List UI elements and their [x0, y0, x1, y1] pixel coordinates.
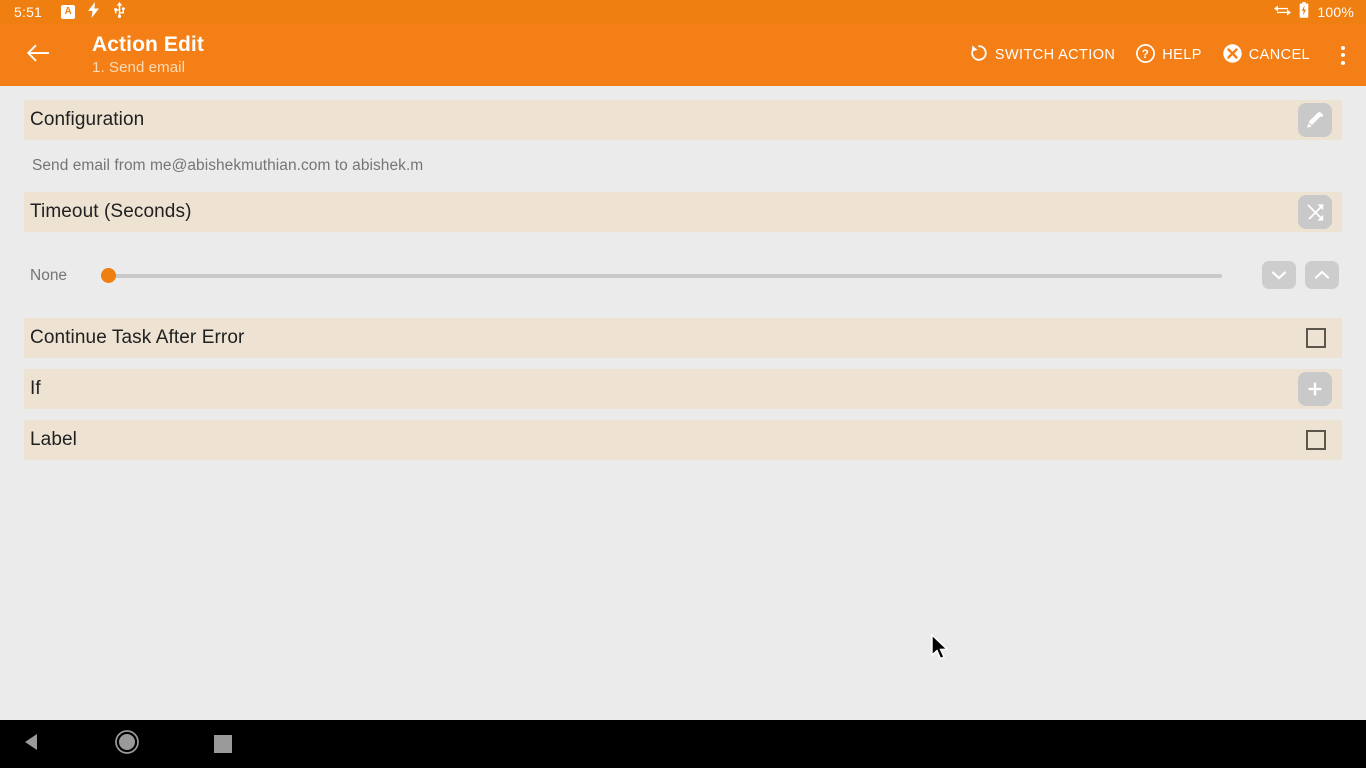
- section-continue-task-after-error[interactable]: Continue Task After Error: [24, 318, 1342, 358]
- section-configuration-controls: [1298, 103, 1342, 137]
- status-bar: 5:51 A 100%: [0, 0, 1366, 24]
- help-label: HELP: [1162, 47, 1202, 63]
- data-transfer-icon: [1274, 3, 1292, 21]
- cancel-circle-x-icon: [1222, 43, 1243, 68]
- nav-back-triangle-icon[interactable]: [22, 732, 42, 757]
- usb-icon: [113, 1, 126, 23]
- configuration-description: Send email from me@abishekmuthian.com to…: [32, 157, 424, 174]
- battery-percent-label: 100%: [1317, 4, 1354, 20]
- chevron-up-icon[interactable]: [1305, 261, 1339, 289]
- help-button[interactable]: ? HELP: [1125, 24, 1211, 86]
- cancel-label: CANCEL: [1248, 47, 1310, 63]
- section-continue-task-label: Continue Task After Error: [30, 327, 245, 348]
- app-badge-a-icon: A: [61, 5, 76, 19]
- rotate-ccw-icon: [969, 43, 989, 67]
- section-label-controls: [1306, 430, 1342, 450]
- section-if-controls: [1298, 372, 1342, 406]
- android-nav-bar: [0, 720, 1366, 768]
- nav-home-circle-icon[interactable]: [114, 729, 140, 760]
- section-timeout[interactable]: Timeout (Seconds): [24, 192, 1342, 232]
- status-right-icons: 100%: [1274, 1, 1354, 23]
- status-left-icons: A: [61, 1, 126, 23]
- section-configuration[interactable]: Configuration: [24, 100, 1342, 140]
- section-if[interactable]: If: [24, 369, 1342, 409]
- switch-action-button[interactable]: SWITCH ACTION: [959, 24, 1125, 86]
- chevron-down-icon[interactable]: [1262, 261, 1296, 289]
- plus-icon[interactable]: [1298, 372, 1332, 406]
- section-if-label: If: [30, 378, 41, 399]
- shuffle-variable-icon[interactable]: [1298, 195, 1332, 229]
- checkbox-unchecked-icon[interactable]: [1306, 328, 1326, 348]
- page-subtitle: 1. Send email: [92, 58, 186, 76]
- overflow-menu-icon[interactable]: [1320, 24, 1366, 86]
- app-bar-actions: SWITCH ACTION ? HELP CANCEL: [959, 24, 1366, 86]
- timeout-stepper: [1262, 261, 1339, 289]
- timeout-slider-thumb[interactable]: [101, 268, 116, 283]
- section-continue-task-controls: [1306, 328, 1342, 348]
- question-circle-icon: ?: [1135, 43, 1156, 68]
- nav-recents-square-icon[interactable]: [214, 735, 232, 753]
- charging-bolt-icon: [88, 1, 100, 23]
- battery-icon: [1299, 1, 1309, 23]
- back-button[interactable]: [10, 24, 66, 86]
- switch-action-label: SWITCH ACTION: [994, 47, 1116, 63]
- app-bar-titles: Action Edit 1. Send email: [92, 33, 204, 78]
- section-label[interactable]: Label: [24, 420, 1342, 460]
- checkbox-unchecked-icon[interactable]: [1306, 430, 1326, 450]
- page-title: Action Edit: [92, 32, 204, 56]
- section-timeout-label: Timeout (Seconds): [30, 201, 192, 222]
- section-timeout-controls: [1298, 195, 1342, 229]
- timeout-slider-track[interactable]: [108, 274, 1222, 278]
- mouse-pointer-icon: [931, 633, 951, 667]
- pencil-edit-icon[interactable]: [1298, 103, 1332, 137]
- timeout-value-label: None: [30, 267, 68, 284]
- android-screen: 5:51 A 100% Action Edit 1. Send email SW…: [0, 0, 1366, 768]
- svg-text:?: ?: [1142, 49, 1149, 61]
- back-arrow-icon: [26, 43, 50, 68]
- section-label-title: Label: [30, 429, 77, 450]
- cancel-button[interactable]: CANCEL: [1212, 24, 1320, 86]
- settings-content: Configuration Send email from me@abishek…: [0, 86, 1366, 718]
- status-clock: 5:51: [14, 4, 43, 20]
- section-configuration-label: Configuration: [30, 109, 145, 130]
- app-bar: Action Edit 1. Send email SWITCH ACTION …: [0, 24, 1366, 86]
- timeout-slider-row: None: [0, 261, 1366, 289]
